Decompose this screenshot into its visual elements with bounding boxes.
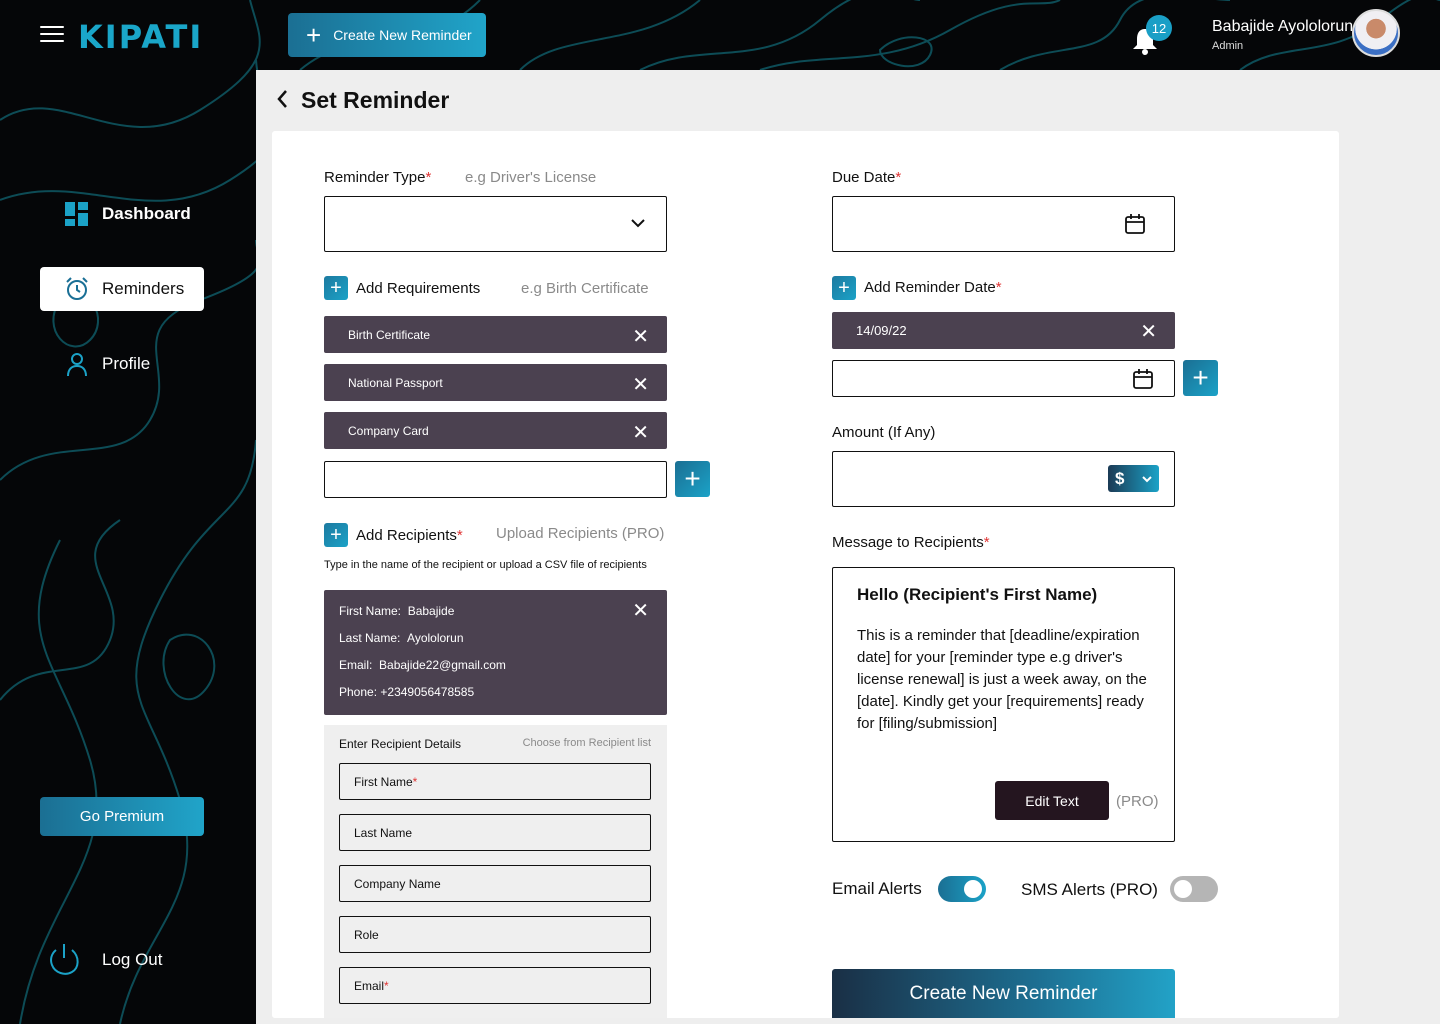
reminder-type-hint: e.g Driver's License	[465, 169, 597, 186]
add-requirements-plus-icon[interactable]: +	[324, 276, 348, 300]
logout-button[interactable]: Log Out	[48, 942, 163, 978]
notification-badge: 12	[1146, 15, 1172, 41]
reminder-date-value: 14/09/22	[856, 323, 907, 338]
last-name-field[interactable]: Last Name	[339, 814, 651, 851]
alarm-clock-icon	[64, 276, 90, 302]
create-reminder-top-button[interactable]: + Create New Reminder	[288, 13, 486, 57]
sidebar-item-dashboard[interactable]: Dashboard	[40, 192, 204, 236]
sidebar-item-label: Reminders	[102, 279, 185, 298]
recipient-first-name: First Name: Babajide	[339, 604, 455, 618]
requirement-chip: National Passport ✕	[324, 364, 667, 401]
power-icon	[50, 944, 79, 975]
close-icon[interactable]: ✕	[1140, 319, 1157, 344]
sidebar-item-label: Dashboard	[102, 204, 191, 223]
chevron-down-icon	[1142, 475, 1152, 482]
due-date-input[interactable]	[832, 196, 1175, 252]
email-alerts-toggle[interactable]	[938, 876, 986, 902]
close-icon[interactable]: ✕	[632, 324, 649, 349]
add-reminder-date-label: Add Reminder Date*	[864, 279, 1002, 296]
dashboard-icon	[64, 201, 90, 227]
sidebar-item-profile[interactable]: Profile	[40, 342, 204, 386]
chevron-down-icon	[631, 219, 645, 228]
first-name-field[interactable]: First Name *	[339, 763, 651, 800]
edit-text-button[interactable]: Edit Text	[995, 781, 1109, 820]
sms-alerts-label: SMS Alerts (PRO)	[1021, 880, 1158, 899]
requirements-hint: e.g Birth Certificate	[521, 280, 649, 297]
create-reminder-submit-button[interactable]: Create New Reminder	[832, 969, 1175, 1018]
message-label: Message to Recipients*	[832, 534, 990, 551]
calendar-icon[interactable]	[1124, 213, 1146, 235]
requirement-input[interactable]	[324, 461, 667, 498]
email-field[interactable]: Email *	[339, 967, 651, 1004]
user-name: Babajide Ayololorun	[1212, 18, 1354, 35]
sms-alerts-toggle[interactable]	[1170, 876, 1218, 902]
create-reminder-top-label: Create New Reminder	[333, 27, 472, 43]
message-body: This is a reminder that [deadline/expira…	[857, 627, 1147, 732]
recipient-email: Email: Babajide22@gmail.com	[339, 658, 506, 672]
add-requirement-button[interactable]: +	[675, 461, 710, 497]
choose-recipient-link[interactable]: Choose from Recipient list	[523, 737, 651, 749]
requirement-chip-label: National Passport	[348, 375, 443, 390]
add-reminder-date-button[interactable]: +	[1183, 360, 1218, 396]
amount-label: Amount (If Any)	[832, 424, 936, 441]
requirement-chip-label: Company Card	[348, 423, 429, 438]
requirement-chip-label: Birth Certificate	[348, 327, 431, 342]
requirement-chip: Birth Certificate ✕	[324, 316, 667, 353]
plus-icon: +	[306, 20, 322, 50]
recipients-helper-text: Type in the name of the recipient or upl…	[324, 559, 647, 571]
role-field[interactable]: Role	[339, 916, 651, 953]
sidebar-item-label: Profile	[102, 354, 151, 373]
page-title: Set Reminder	[301, 87, 450, 113]
user-icon	[64, 351, 90, 377]
reminder-type-label: Reminder Type*	[324, 169, 432, 186]
message-box: Hello (Recipient's First Name) This is a…	[832, 567, 1175, 842]
currency-select[interactable]: $	[1108, 465, 1159, 492]
close-icon[interactable]: ✕	[632, 372, 649, 397]
close-icon[interactable]: ✕	[632, 598, 649, 623]
email-alerts-label: Email Alerts	[832, 879, 922, 898]
reminder-date-input[interactable]	[832, 360, 1175, 397]
recipient-phone: Phone: +2349056478585	[339, 685, 475, 699]
add-reminder-date-plus-icon[interactable]: +	[832, 276, 856, 300]
hamburger-menu-icon[interactable]	[40, 26, 64, 44]
add-recipients-label: Add Recipients*	[356, 527, 463, 544]
requirement-chip: Company Card ✕	[324, 412, 667, 449]
user-role: Admin	[1212, 40, 1244, 52]
sidebar-item-reminders[interactable]: Reminders	[40, 267, 204, 311]
dollar-icon: $	[1115, 468, 1125, 488]
recipient-last-name: Last Name: Ayololorun	[339, 631, 464, 645]
app-logo: KIPATI	[78, 18, 204, 56]
company-name-field[interactable]: Company Name	[339, 865, 651, 902]
close-icon[interactable]: ✕	[632, 420, 649, 445]
upload-recipients-link[interactable]: Upload Recipients (PRO)	[496, 525, 664, 542]
recipient-details-panel: Enter Recipient Details Choose from Reci…	[324, 725, 667, 1018]
calendar-icon[interactable]	[1132, 368, 1154, 390]
logout-label: Log Out	[102, 950, 163, 969]
due-date-label: Due Date*	[832, 169, 902, 186]
pro-tag: (PRO)	[1116, 793, 1159, 810]
add-recipients-plus-icon[interactable]: +	[324, 523, 348, 547]
message-title: Hello (Recipient's First Name)	[857, 585, 1098, 604]
back-chevron-icon[interactable]	[276, 89, 290, 115]
recipient-card: First Name: Babajide Last Name: Ayololor…	[324, 590, 667, 715]
go-premium-button[interactable]: Go Premium	[40, 797, 204, 836]
reminder-type-select[interactable]	[324, 196, 667, 252]
recipient-details-title: Enter Recipient Details	[339, 737, 462, 751]
avatar[interactable]	[1352, 9, 1400, 57]
reminder-date-chip: 14/09/22 ✕	[832, 312, 1175, 349]
add-requirements-label: Add Requirements	[356, 280, 481, 297]
